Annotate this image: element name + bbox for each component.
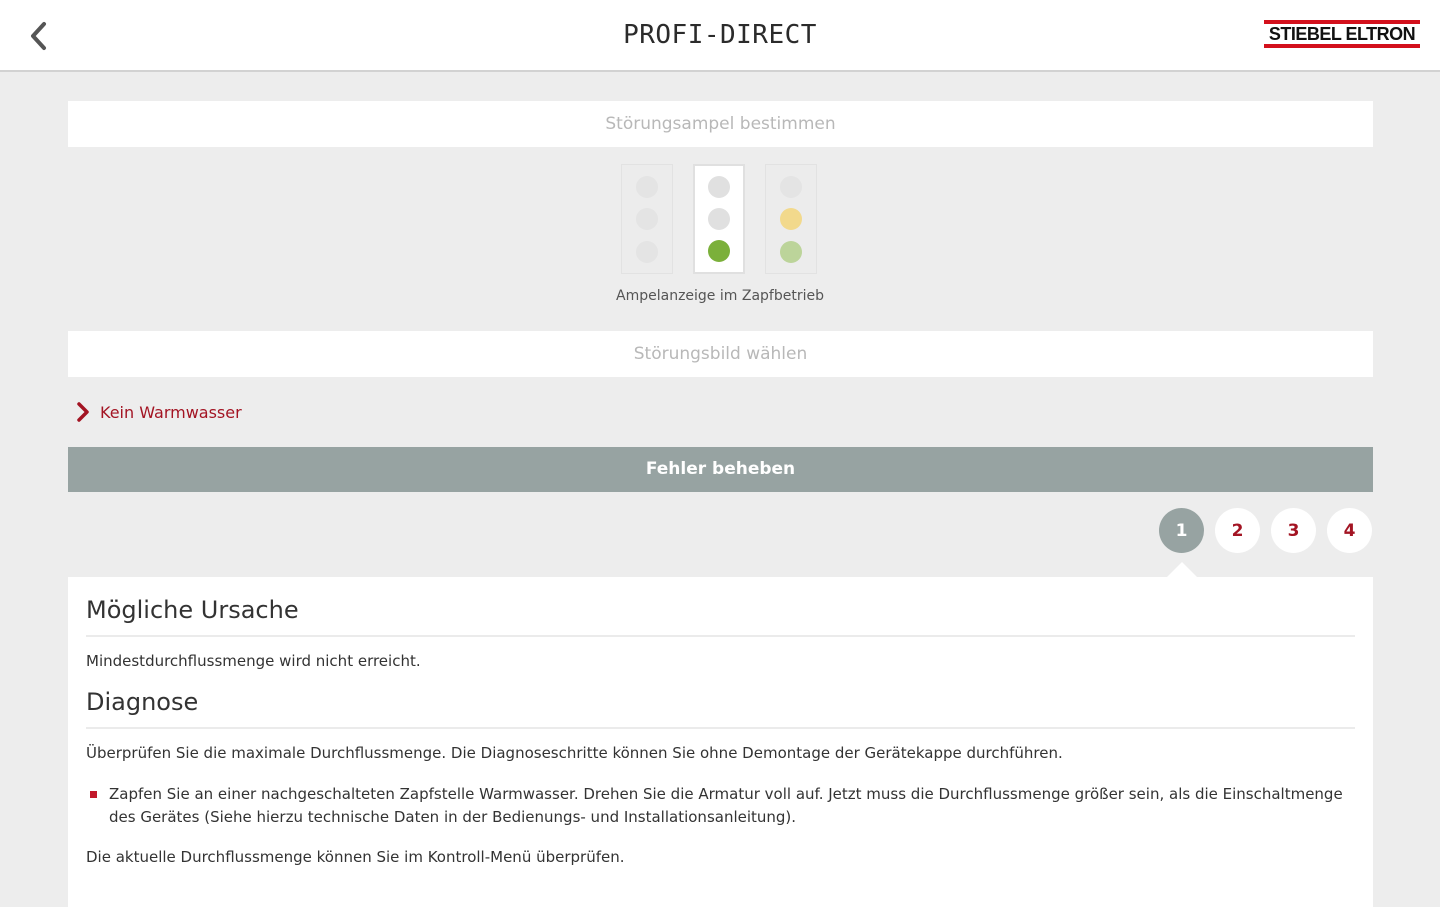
light-dot-green — [780, 240, 802, 263]
diagnosis-text: Überprüfen Sie die maximale Durchflussme… — [86, 744, 1063, 762]
footer-text: Die aktuelle Durchflussmenge können Sie … — [86, 848, 625, 866]
active-step-pointer — [1166, 562, 1198, 578]
issue-link[interactable]: Kein Warmwasser — [76, 402, 242, 422]
cause-heading: Mögliche Ursache — [86, 577, 1355, 637]
step-navigation: 1 2 3 4 — [1159, 508, 1372, 553]
brand-text: STIEBEL ELTRON — [1268, 24, 1416, 44]
bullet-text: Zapfen Sie an einer nachgeschalteten Zap… — [109, 785, 1343, 826]
logo-bar-bottom — [1264, 44, 1420, 48]
light-dot — [780, 175, 802, 198]
app-title: PROFI-DIRECT — [623, 20, 817, 50]
traffic-light-option-1[interactable] — [621, 164, 673, 274]
step-1[interactable]: 1 — [1159, 508, 1204, 553]
step-2[interactable]: 2 — [1215, 508, 1260, 553]
light-dot — [636, 175, 658, 198]
fault-image-section-header: Störungsbild wählen — [68, 331, 1373, 377]
traffic-light-option-2[interactable] — [693, 164, 745, 274]
traffic-light-caption: Ampelanzeige im Zapfbetrieb — [616, 288, 824, 304]
light-dot-yellow — [780, 208, 802, 230]
content-card: Mögliche Ursache Mindestdurchflussmenge … — [68, 577, 1373, 907]
traffic-light-section-header: Störungsampel bestimmen — [68, 101, 1373, 147]
light-dot — [636, 240, 658, 263]
fix-errors-button[interactable]: Fehler beheben — [68, 447, 1373, 492]
chevron-right-icon — [77, 402, 89, 422]
light-dot-green — [708, 240, 730, 262]
bullet-marker — [90, 791, 97, 798]
traffic-light-option-3[interactable] — [765, 164, 817, 274]
step-4[interactable]: 4 — [1327, 508, 1372, 553]
cause-text: Mindestdurchflussmenge wird nicht erreic… — [86, 652, 421, 670]
bullet-item: Zapfen Sie an einer nachgeschalteten Zap… — [86, 783, 1355, 846]
light-dot — [708, 176, 730, 198]
light-dot — [708, 208, 730, 230]
issue-label: Kein Warmwasser — [100, 402, 242, 422]
traffic-light-selector — [621, 164, 817, 274]
top-bar: PROFI-DIRECT STIEBEL ELTRON — [0, 0, 1440, 72]
light-dot — [636, 208, 658, 230]
diagnosis-heading: Diagnose — [86, 683, 1355, 729]
brand-logo: STIEBEL ELTRON — [1264, 20, 1420, 48]
step-3[interactable]: 3 — [1271, 508, 1316, 553]
